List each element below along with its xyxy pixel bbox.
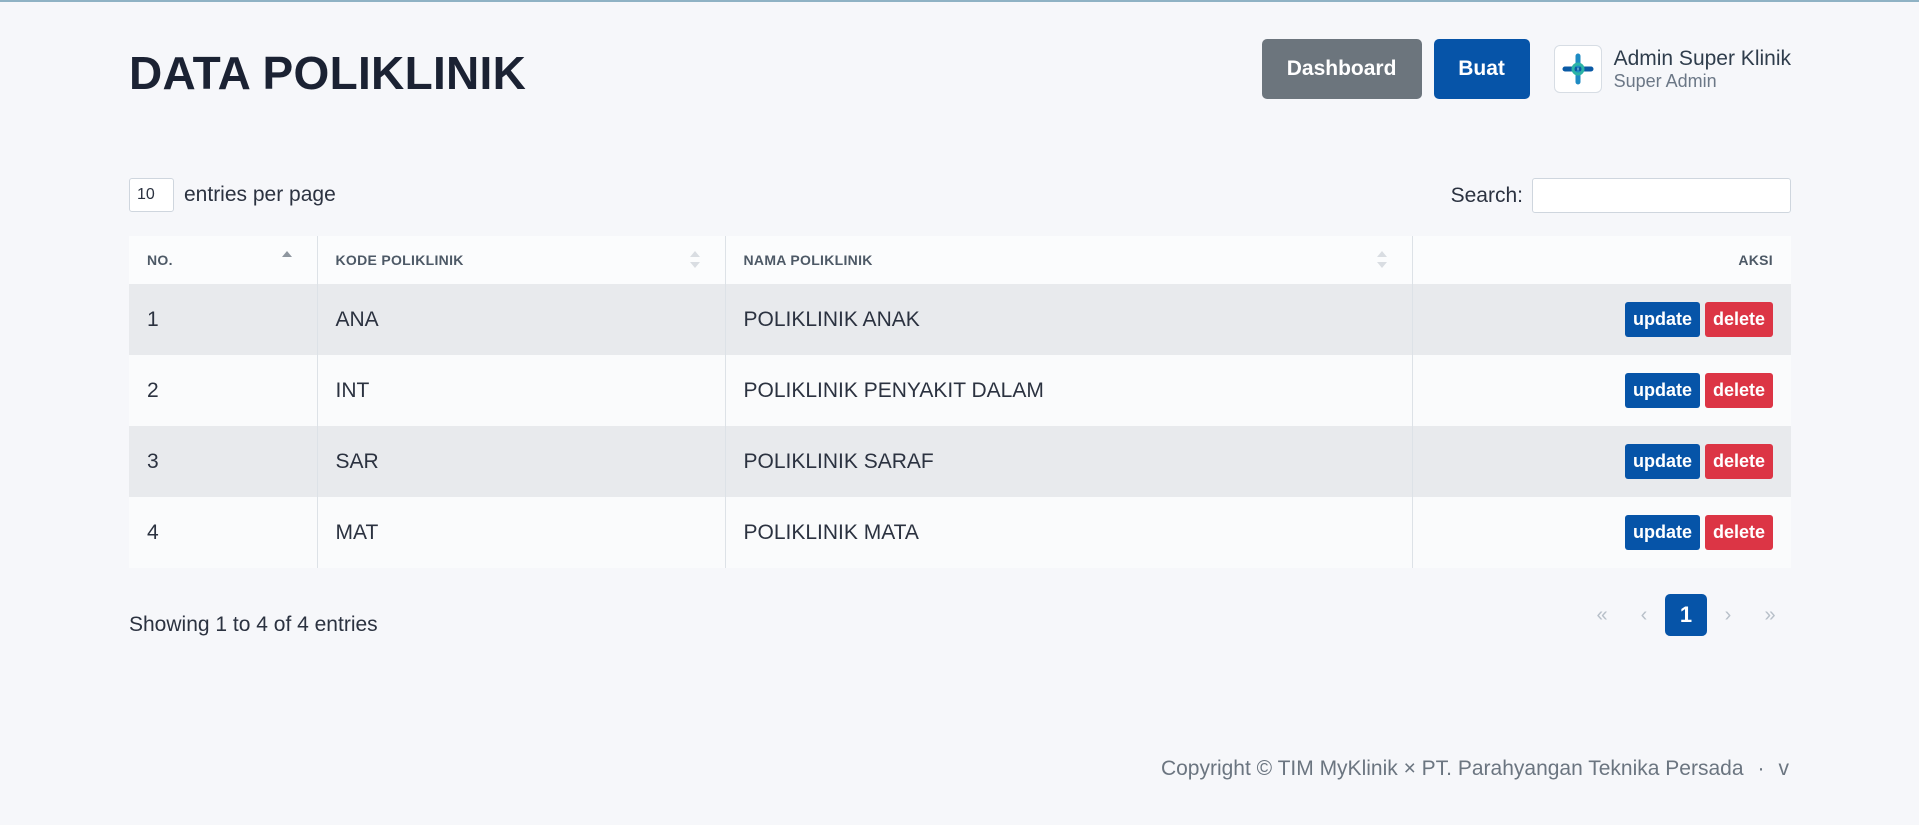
table-row: 4 MAT POLIKLINIK MATA update delete	[129, 497, 1791, 568]
cell-nama: POLIKLINIK ANAK	[725, 284, 1413, 355]
page-footer: Copyright © TIM MyKlinik × PT. Parahyang…	[1161, 757, 1789, 781]
cell-nama: POLIKLINIK SARAF	[725, 426, 1413, 497]
entries-select[interactable]: 10	[129, 178, 174, 212]
footer-separator: ·	[1757, 757, 1765, 780]
create-button[interactable]: Buat	[1433, 39, 1530, 99]
update-button[interactable]: update	[1625, 515, 1700, 550]
dashboard-button[interactable]: Dashboard	[1261, 39, 1422, 99]
delete-button[interactable]: delete	[1705, 373, 1773, 408]
cell-kode: INT	[317, 355, 726, 426]
cell-kode: MAT	[317, 497, 726, 568]
delete-button[interactable]: delete	[1705, 444, 1773, 479]
sort-both-icon	[689, 251, 700, 268]
pagination-last[interactable]: »	[1749, 594, 1791, 636]
table-row: 2 INT POLIKLINIK PENYAKIT DALAM update de…	[129, 355, 1791, 426]
sort-both-icon	[1376, 251, 1387, 268]
version-text: v	[1778, 757, 1790, 780]
cell-no: 2	[129, 355, 318, 426]
cell-actions: update delete	[1412, 284, 1791, 355]
update-button[interactable]: update	[1625, 302, 1700, 337]
cell-kode: SAR	[317, 426, 726, 497]
cell-actions: update delete	[1412, 497, 1791, 568]
cell-no: 4	[129, 497, 318, 568]
copyright-text: Copyright © TIM MyKlinik × PT. Parahyang…	[1160, 757, 1744, 780]
avatar	[1553, 45, 1602, 93]
sort-asc-icon	[281, 251, 292, 257]
user-role: Super Admin	[1613, 70, 1717, 91]
column-header-label: AKSI	[1738, 252, 1773, 268]
cell-no: 1	[129, 284, 318, 355]
column-header-label: KODE POLIKLINIK	[335, 252, 464, 268]
table-row: 3 SAR POLIKLINIK SARAF update delete	[129, 426, 1791, 497]
update-button[interactable]: update	[1625, 373, 1700, 408]
page-title: DATA POLIKLINIK	[129, 47, 527, 99]
column-header-aksi: AKSI	[1412, 236, 1791, 284]
delete-button[interactable]: delete	[1705, 515, 1773, 550]
search-input[interactable]	[1532, 178, 1791, 213]
search-label: Search:	[1450, 183, 1523, 207]
delete-button[interactable]: delete	[1705, 302, 1773, 337]
column-header-nama[interactable]: NAMA POLIKLINIK	[725, 236, 1413, 284]
cell-nama: POLIKLINIK PENYAKIT DALAM	[725, 355, 1413, 426]
entries-per-page: 10 entries per page	[129, 178, 336, 212]
header-actions: Dashboard Buat Admin Super Klinik Super …	[1261, 39, 1791, 99]
pagination-prev[interactable]: ‹	[1623, 594, 1665, 636]
search-area: Search:	[1451, 178, 1791, 213]
cell-actions: update delete	[1412, 355, 1791, 426]
cell-no: 3	[129, 426, 318, 497]
column-header-no[interactable]: NO.	[129, 236, 318, 284]
pagination-page-1[interactable]: 1	[1665, 594, 1707, 636]
user-name: Admin Super Klinik	[1613, 46, 1791, 70]
showing-info: Showing 1 to 4 of 4 entries	[129, 613, 378, 636]
user-profile[interactable]: Admin Super Klinik Super Admin	[1553, 45, 1791, 93]
column-header-label: NO.	[147, 252, 173, 268]
poliklinik-table: NO. KODE POLIKLINIK NAMA POLIKLINIK AKSI…	[129, 236, 1791, 568]
column-header-kode[interactable]: KODE POLIKLINIK	[317, 236, 726, 284]
column-header-label: NAMA POLIKLINIK	[743, 252, 873, 268]
update-button[interactable]: update	[1625, 444, 1700, 479]
clinic-logo-icon	[1562, 53, 1594, 85]
table-row: 1 ANA POLIKLINIK ANAK update delete	[129, 284, 1791, 355]
cell-nama: POLIKLINIK MATA	[725, 497, 1413, 568]
pagination: « ‹ 1 › »	[1581, 594, 1791, 636]
entries-label: entries per page	[184, 183, 336, 206]
pagination-next[interactable]: ›	[1707, 594, 1749, 636]
table-header-row: NO. KODE POLIKLINIK NAMA POLIKLINIK AKSI	[129, 236, 1791, 284]
pagination-first[interactable]: «	[1581, 594, 1623, 636]
cell-actions: update delete	[1412, 426, 1791, 497]
cell-kode: ANA	[317, 284, 726, 355]
